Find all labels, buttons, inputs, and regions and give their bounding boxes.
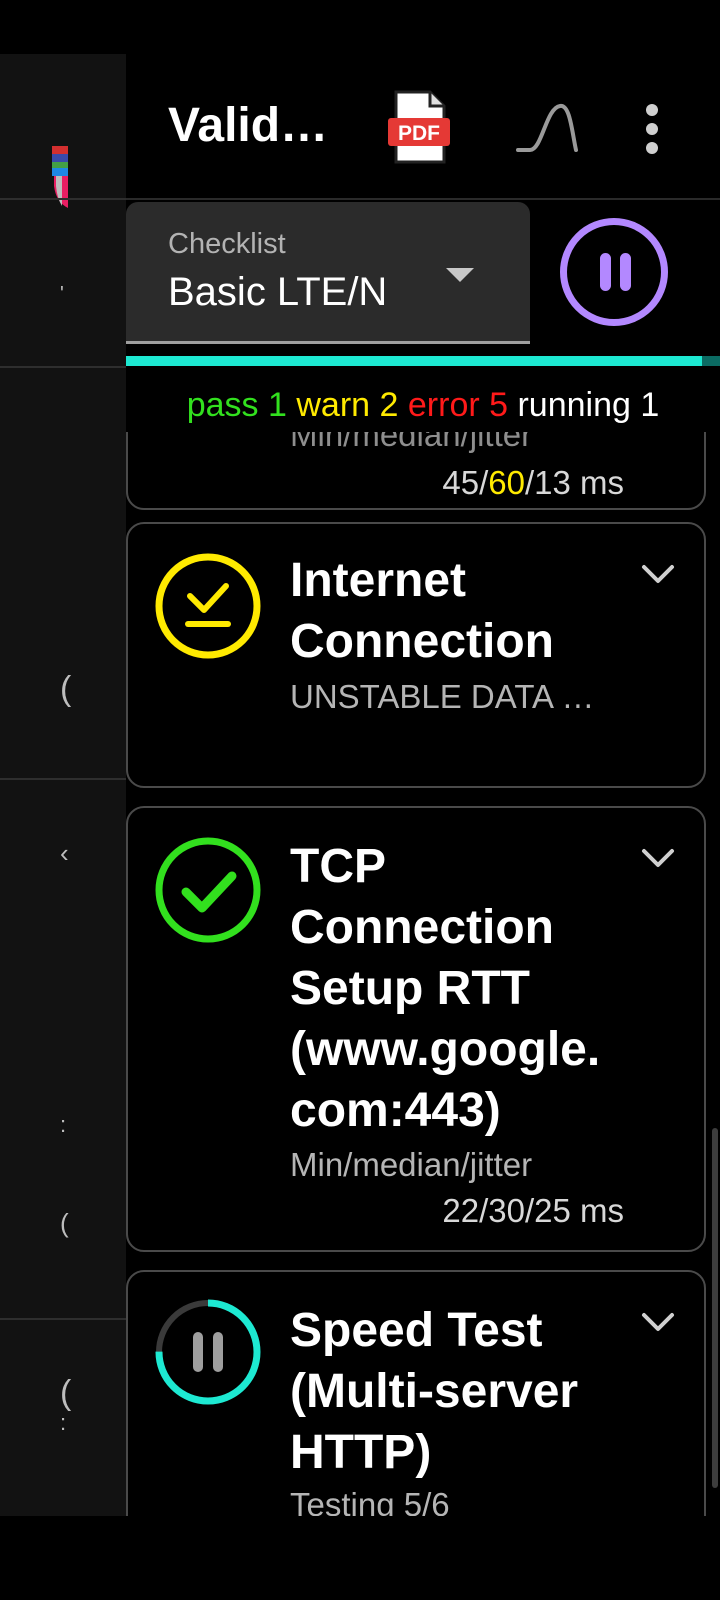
graph-view-button[interactable]	[516, 102, 582, 154]
status-summary: pass 1 warn 2 error 5 running 1	[126, 386, 720, 425]
background-divider	[0, 366, 126, 368]
card-title: Speed Test (Multi-server HTTP)	[290, 1304, 579, 1479]
app-bar: Valid… PDF	[126, 54, 720, 200]
running-pause-icon	[155, 1299, 261, 1405]
status-warn-count: warn 2	[296, 386, 399, 424]
checklist-label: Checklist	[168, 228, 286, 260]
test-card-latency[interactable]: Min/median/jitter 45/60/13 ms	[126, 432, 706, 510]
test-results-list: Min/median/jitter 45/60/13 ms Internet C…	[126, 432, 720, 1516]
latency-min-value: 45/	[442, 464, 489, 501]
checklist-selected-value: Basic LTE/N	[168, 270, 388, 314]
graph-curve-icon	[516, 104, 578, 152]
background-divider	[0, 198, 126, 200]
pdf-export-button[interactable]: PDF	[388, 90, 450, 164]
card-subtitle: Min/median/jitter	[290, 432, 533, 453]
background-glyph: (	[60, 1208, 69, 1238]
app-title: Valid…	[168, 99, 329, 152]
background-glyph: (	[60, 670, 72, 708]
background-divider	[0, 1318, 126, 1320]
test-card-speed-test[interactable]: Speed Test (Multi-server HTTP) Testing 5…	[126, 1270, 706, 1516]
status-pass-count: pass 1	[186, 386, 287, 424]
test-card-tcp-rtt[interactable]: TCP Connection Setup RTT (www.google. co…	[126, 806, 706, 1252]
test-progress-bar	[126, 356, 720, 366]
test-card-internet-connection[interactable]: Internet Connection UNSTABLE DATA …	[126, 522, 706, 788]
chevron-down-icon[interactable]	[640, 562, 676, 586]
scrollbar[interactable]	[712, 1128, 718, 1488]
status-running-count: running 1	[517, 386, 660, 424]
background-app-strip: ' ( ‹ : ( ( :	[0, 54, 126, 1516]
background-glyph: (	[60, 1374, 72, 1412]
checklist-dropdown[interactable]: Checklist Basic LTE/N	[126, 202, 530, 344]
more-options-button[interactable]	[640, 104, 664, 154]
background-divider	[0, 778, 126, 780]
background-glyph: '	[60, 283, 64, 305]
card-value: 22/30/25 ms	[442, 1192, 624, 1229]
background-glyph: ‹	[60, 838, 69, 868]
pdf-icon-text: PDF	[398, 122, 440, 145]
validation-panel: Valid… PDF Checklist Basic LTE/N pass 1 …	[126, 54, 720, 1516]
test-progress-fill	[126, 356, 703, 366]
arrow-drop-down-icon	[446, 268, 474, 282]
status-error-count: error 5	[407, 386, 509, 424]
check-circle-icon	[155, 837, 261, 943]
pause-test-button[interactable]	[560, 218, 668, 326]
card-subtitle: UNSTABLE DATA …	[290, 678, 595, 715]
card-title: Internet Connection	[290, 554, 554, 668]
latency-jitter-value: /13 ms	[524, 464, 624, 501]
card-subtitle: Min/median/jitter	[290, 1146, 533, 1183]
chevron-down-icon[interactable]	[640, 1310, 676, 1334]
latency-value: 45/60/13 ms	[442, 464, 624, 502]
latency-median-value: 60	[488, 464, 525, 501]
chevron-down-icon[interactable]	[640, 846, 676, 870]
pdf-file-icon: PDF	[388, 90, 450, 164]
card-subtitle: Testing 5/6	[290, 1486, 450, 1516]
card-title: TCP Connection Setup RTT (www.google. co…	[290, 840, 601, 1137]
download-done-warning-icon	[155, 553, 261, 659]
background-glyph: :	[60, 1112, 67, 1137]
background-glyph: :	[60, 1410, 67, 1435]
